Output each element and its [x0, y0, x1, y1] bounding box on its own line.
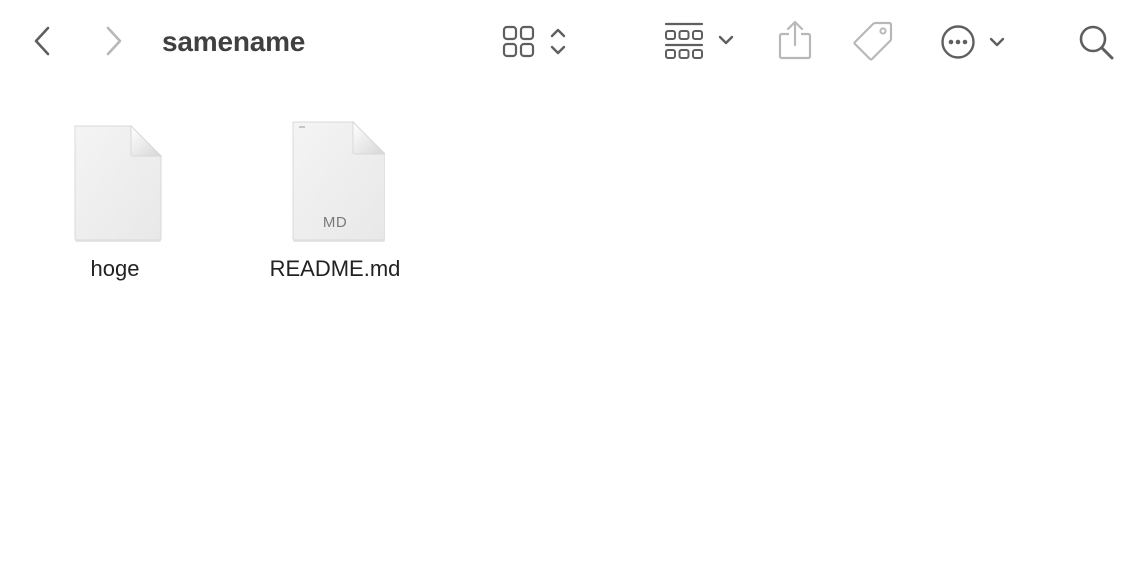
group-by-icon [660, 20, 740, 64]
file-item-hoge[interactable]: hoge [25, 120, 205, 300]
file-grid: hoge MD README.md [0, 84, 1144, 568]
search-icon [1074, 20, 1118, 64]
share-button[interactable] [774, 18, 816, 64]
ellipsis-circle-icon [936, 20, 1012, 64]
tag-button[interactable] [850, 18, 896, 64]
back-button[interactable] [22, 20, 62, 62]
file-type-badge: MD [322, 214, 348, 231]
generic-document-icon [65, 120, 165, 244]
file-item-readme[interactable]: MD README.md [245, 120, 425, 300]
finder-window: samename hoge MD README.md [0, 0, 1144, 568]
file-name: hoge [90, 256, 140, 281]
group-by-button[interactable] [660, 20, 740, 64]
tag-icon [850, 18, 896, 64]
window-title: samename [162, 26, 306, 57]
view-mode-button[interactable] [498, 20, 578, 64]
markdown-document-icon: MD [285, 120, 385, 244]
toolbar: samename [0, 0, 1144, 84]
share-icon [774, 18, 816, 64]
action-menu-button[interactable] [936, 20, 1012, 64]
file-name: README.md [269, 256, 401, 281]
forward-button[interactable] [94, 20, 134, 62]
chevron-left-icon [22, 20, 62, 62]
search-button[interactable] [1074, 20, 1118, 64]
icon-grid-view-icon [498, 20, 578, 64]
chevron-right-icon [94, 20, 134, 62]
